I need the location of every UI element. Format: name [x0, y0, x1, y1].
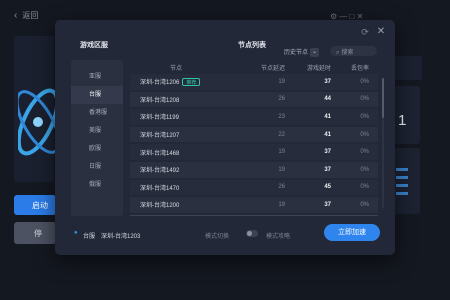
- region-item[interactable]: 欧服: [71, 140, 123, 158]
- loss-cell: 0%: [360, 96, 369, 103]
- loss-cell: 0%: [360, 78, 369, 85]
- game-ping-cell: 44: [324, 96, 331, 103]
- latency-cell: 19: [278, 201, 285, 208]
- node-name-cell: 深圳-台湾1200: [130, 200, 235, 209]
- table-header: 节点 节点延迟 游戏延时 丢包率: [130, 60, 378, 74]
- node-select-dialog: ⟳ ✕ 游戏区服 节点列表 历史节点 ⌄ ⌕ 搜索 亚服 台服 香港服 美服 欧服 日服 俄服 …: [55, 20, 395, 255]
- latency-cell: 26: [278, 96, 285, 103]
- region-item[interactable]: 美服: [71, 122, 123, 140]
- table-row[interactable]: 深圳-台湾1206 推荐 19 37 0%: [130, 74, 378, 90]
- table-row[interactable]: 深圳-台湾1200 19 37 0%: [130, 197, 378, 213]
- node-name: 深圳-台湾1208: [140, 97, 180, 104]
- side-stat-card: 1: [392, 86, 420, 144]
- mode-toggle[interactable]: [246, 230, 258, 237]
- table-row[interactable]: 深圳-台湾1468 19 37 0%: [130, 144, 378, 160]
- node-name-cell: 深圳-台湾1206 推荐: [130, 77, 235, 86]
- region-item[interactable]: 台服: [71, 86, 123, 104]
- region-list: 亚服 台服 香港服 美服 欧服 日服 俄服: [71, 60, 123, 216]
- node-name-cell: 深圳-台湾1207: [130, 130, 235, 139]
- table-row[interactable]: 深圳-台湾1470 26 45 0%: [130, 179, 378, 196]
- region-item[interactable]: 香港服: [71, 104, 123, 122]
- node-name-cell: 深圳-台湾1492: [130, 165, 235, 174]
- game-ping-cell: 41: [324, 131, 331, 138]
- region-item[interactable]: 日服: [71, 158, 123, 176]
- node-tag-badge: 推荐: [182, 77, 201, 86]
- node-name: 深圳-台湾1492: [140, 168, 180, 175]
- node-section-title: 节点列表: [238, 42, 266, 49]
- node-name: 深圳-台湾1470: [140, 185, 180, 192]
- col-game-ping: 游戏延时: [306, 65, 331, 72]
- node-name: 深圳-台湾1200: [140, 203, 180, 210]
- table-row[interactable]: 深圳-台湾1492 19 37 0%: [130, 161, 378, 178]
- game-ping-cell: 37: [324, 201, 331, 208]
- table-row[interactable]: 深圳-台湾1199 23 41 0%: [130, 109, 378, 125]
- node-name: 深圳-台湾1206: [140, 80, 180, 87]
- node-name: 深圳-台湾1199: [140, 115, 179, 122]
- search-input[interactable]: ⌕ 搜索: [330, 46, 377, 56]
- node-name: 深圳-台湾1468: [140, 150, 180, 157]
- latency-cell: 19: [278, 78, 285, 85]
- loss-cell: 0%: [360, 166, 369, 173]
- accelerate-button[interactable]: 立即加速: [324, 224, 380, 241]
- mode-strategy-link[interactable]: 模式攻略: [266, 231, 290, 240]
- launch-game-button[interactable]: 启动: [14, 195, 56, 215]
- node-name-cell: 深圳-台湾1470: [130, 183, 235, 192]
- loss-cell: 0%: [360, 131, 369, 138]
- mode-switch-label: 模式切换: [205, 234, 230, 240]
- node-name: 深圳-台湾1207: [140, 133, 180, 140]
- node-table: 节点 节点延迟 游戏延时 丢包率 深圳-台湾1206 推荐 19 37 0% 深圳-台湾1…: [130, 60, 378, 216]
- back-arrow-icon[interactable]: ‹: [14, 10, 17, 21]
- region-item[interactable]: 俄服: [71, 176, 123, 194]
- region-item[interactable]: 亚服: [71, 68, 123, 86]
- region-section-title: 游戏区服: [80, 42, 108, 49]
- latency-cell: 23: [278, 113, 285, 120]
- game-logo-icon: [18, 88, 56, 156]
- node-name-cell: 深圳-台湾1468: [130, 148, 235, 157]
- game-ping-cell: 37: [324, 78, 331, 85]
- loss-cell: 0%: [360, 149, 369, 156]
- table-row[interactable]: 深圳-台湾1207 22 41 0%: [130, 126, 378, 143]
- secondary-button[interactable]: 停: [14, 222, 56, 244]
- history-nodes-dropdown[interactable]: 历史节点 ⌄: [284, 47, 320, 57]
- table-row[interactable]: 深圳-台湾1208 26 44 0%: [130, 91, 378, 108]
- side-bars-card: [392, 148, 420, 214]
- loss-cell: 0%: [360, 201, 369, 208]
- latency-cell: 19: [278, 149, 285, 156]
- latency-cell: 22: [278, 131, 285, 138]
- node-name-cell: 深圳-台湾1208: [130, 95, 235, 104]
- loss-cell: 0%: [360, 184, 369, 191]
- latency-cell: 26: [278, 184, 285, 191]
- search-icon: ⌕: [336, 50, 340, 56]
- selected-node: 深圳-台湾1203: [101, 234, 141, 240]
- side-panel-header: [392, 56, 422, 80]
- game-ping-cell: 37: [324, 149, 331, 156]
- col-loss: 丢包率: [350, 65, 369, 72]
- back-label[interactable]: 返回: [22, 10, 38, 21]
- table-row[interactable]: 深圳-台湾1203加速中19380%: [130, 214, 378, 216]
- refresh-icon[interactable]: ⟳: [359, 26, 371, 38]
- side-stat-value: 1: [398, 112, 407, 129]
- col-name: 节点: [170, 65, 183, 72]
- selected-region: 台服: [83, 234, 96, 240]
- game-ping-cell: 37: [324, 166, 331, 173]
- scrollbar[interactable]: [382, 78, 384, 208]
- node-name-cell: 深圳-台湾1199: [130, 112, 235, 121]
- col-latency: 节点延迟: [260, 65, 285, 72]
- chevron-down-icon: ⌄: [310, 47, 320, 57]
- scroll-thumb[interactable]: [382, 78, 384, 118]
- close-icon[interactable]: ✕: [375, 26, 387, 38]
- game-ping-cell: 41: [324, 113, 331, 120]
- loss-cell: 0%: [360, 113, 369, 120]
- game-ping-cell: 45: [324, 184, 331, 191]
- latency-cell: 19: [278, 166, 285, 173]
- location-pin-icon: ●: [74, 230, 78, 236]
